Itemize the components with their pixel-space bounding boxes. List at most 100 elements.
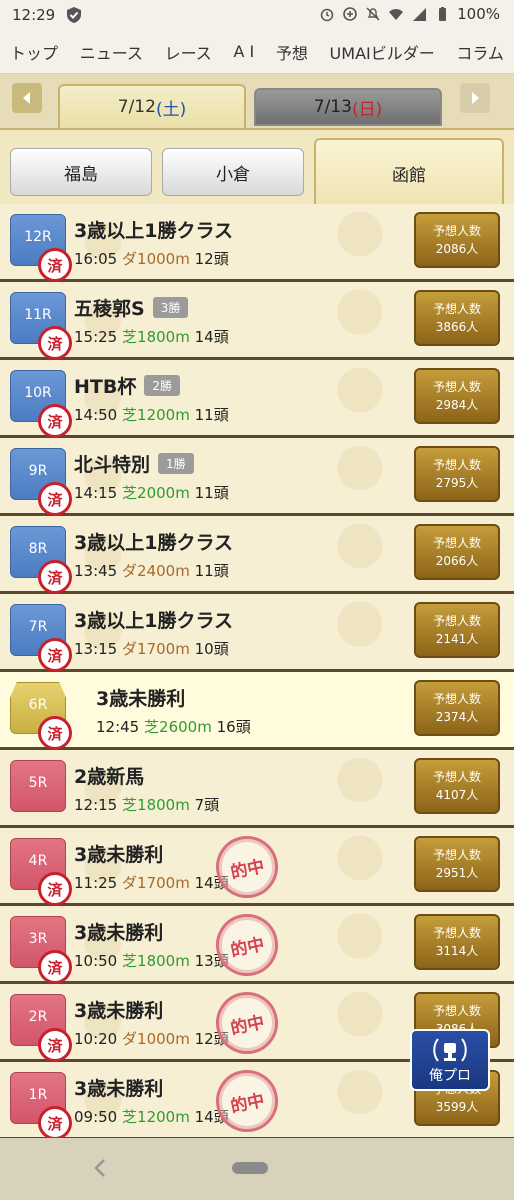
race-info: 13:45 ダ2400m 11頭 bbox=[74, 560, 229, 581]
yoso-count-button[interactable]: 予想人数 2951人 bbox=[414, 836, 500, 892]
yoso-count-button[interactable]: 予想人数 2066人 bbox=[414, 524, 500, 580]
race-distance: 2000m bbox=[137, 484, 190, 502]
yoso-label: 予想人数 bbox=[432, 770, 481, 784]
nav-item-umai-builder[interactable]: UMAIビルダー bbox=[330, 40, 435, 64]
race-list: 12R 済 3歳以上1勝クラス 16:05 ダ1000m 12頭 予想人数 2086人 11… bbox=[0, 204, 514, 1140]
race-row[interactable]: 11R 済五稜郭S 3勝 15:25 芝1800m 14頭 予想人数 3866人 bbox=[0, 282, 514, 360]
yoso-count-button[interactable]: 予想人数 2374人 bbox=[414, 680, 500, 736]
race-surface: ダ bbox=[122, 250, 138, 268]
race-title: 3歳以上1勝クラス bbox=[74, 610, 234, 632]
yoso-label: 予想人数 bbox=[432, 692, 481, 706]
yoso-count-button[interactable]: 予想人数 4107人 bbox=[414, 758, 500, 814]
race-name: 3歳以上1勝クラス bbox=[74, 216, 233, 243]
race-surface: 芝 bbox=[122, 328, 138, 346]
orepro-label: 俺プロ bbox=[429, 1068, 471, 1084]
race-info: 12:45 芝2600m 16頭 bbox=[96, 716, 251, 737]
nav-item-top[interactable]: トップ bbox=[10, 40, 58, 64]
race-row[interactable]: 8R 済 3歳以上1勝クラス 13:45 ダ2400m 11頭 予想人数 2066人 bbox=[0, 516, 514, 594]
race-distance: 1000m bbox=[137, 1030, 190, 1048]
race-number: 7R bbox=[28, 619, 48, 635]
battery-icon bbox=[439, 7, 447, 21]
back-icon[interactable] bbox=[90, 1156, 110, 1180]
yoso-count-button[interactable]: 予想人数 3114人 bbox=[414, 914, 500, 970]
race-title: 北斗特別 bbox=[74, 454, 151, 476]
race-name: 3歳未勝利 bbox=[96, 684, 185, 711]
tab-venue-hakodate[interactable]: 函館 bbox=[314, 138, 504, 206]
yoso-label: 予想人数 bbox=[432, 1004, 481, 1018]
tab-date-sat[interactable]: 7/12 (土) bbox=[58, 84, 246, 128]
yoso-count-button[interactable]: 予想人数 2086人 bbox=[414, 212, 500, 268]
race-row[interactable]: 5R 2歳新馬 12:15 芝1800m 7頭 予想人数 4107人 bbox=[0, 750, 514, 828]
race-name: 3歳未勝利 bbox=[74, 918, 163, 945]
race-distance: 1800m bbox=[137, 952, 190, 970]
home-pill[interactable] bbox=[232, 1162, 268, 1174]
nav-item-column[interactable]: コラム bbox=[456, 40, 504, 64]
race-info: 16:05 ダ1000m 12頭 bbox=[74, 248, 229, 269]
race-title: 3歳以上1勝クラス bbox=[74, 532, 234, 554]
status-time: 12:29 bbox=[12, 6, 56, 24]
race-distance: 2600m bbox=[159, 718, 212, 736]
yoso-count: 2086人 bbox=[435, 242, 479, 256]
race-row[interactable]: 7R 済 3歳以上1勝クラス 13:15 ダ1700m 10頭 予想人数 2141人 bbox=[0, 594, 514, 672]
race-title: 3歳未勝利 bbox=[74, 1078, 164, 1100]
yoso-count: 2984人 bbox=[435, 398, 479, 412]
race-info: 13:15 ダ1700m 10頭 bbox=[74, 638, 229, 659]
race-grade-badge: 2勝 bbox=[144, 375, 180, 396]
race-time: 14:50 bbox=[74, 406, 118, 424]
race-title: 3歳未勝利 bbox=[74, 1000, 164, 1022]
race-distance: 1700m bbox=[137, 874, 190, 892]
race-time: 09:50 bbox=[74, 1108, 118, 1126]
race-info: 11:25 ダ1700m 14頭 bbox=[74, 872, 229, 893]
race-time: 15:25 bbox=[74, 328, 118, 346]
tab-venue-fukushima[interactable]: 福島 bbox=[10, 148, 152, 196]
race-number: 4R bbox=[28, 853, 48, 869]
race-row[interactable]: 3R 済 3歳未勝利 10:50 芝1800m 13頭 的中 予想人数 3114人 bbox=[0, 906, 514, 984]
nav-item-yoso[interactable]: 予想 bbox=[276, 40, 308, 64]
tab-venue-kokura[interactable]: 小倉 bbox=[162, 148, 304, 196]
orepro-button[interactable]: 俺プロ bbox=[410, 1029, 490, 1091]
race-row[interactable]: 10R 済 HTB杯 2勝 14:50 芝1200m 11頭 予想人数 2984人 bbox=[0, 360, 514, 438]
race-time: 12:15 bbox=[74, 796, 118, 814]
yoso-count: 2951人 bbox=[435, 866, 479, 880]
race-info: 10:50 芝1800m 13頭 bbox=[74, 950, 229, 971]
race-title: HTB杯 bbox=[74, 376, 137, 398]
race-heads: 12頭 bbox=[194, 250, 229, 268]
nav-item-ai[interactable]: A I bbox=[233, 42, 254, 61]
yoso-count-button[interactable]: 予想人数 2141人 bbox=[414, 602, 500, 658]
yoso-count-button[interactable]: 予想人数 3866人 bbox=[414, 290, 500, 346]
wifi-icon bbox=[389, 9, 404, 20]
race-row[interactable]: 12R 済 3歳以上1勝クラス 16:05 ダ1000m 12頭 予想人数 2086人 bbox=[0, 204, 514, 282]
tab-date-sat-dow: (土) bbox=[155, 99, 187, 120]
yoso-count-button[interactable]: 予想人数 2984人 bbox=[414, 368, 500, 424]
yoso-label: 予想人数 bbox=[432, 614, 481, 628]
laurel-icon bbox=[433, 1038, 467, 1062]
race-row[interactable]: 9R 済北斗特別 1勝 14:15 芝2000m 11頭 予想人数 2795人 bbox=[0, 438, 514, 516]
race-time: 16:05 bbox=[74, 250, 118, 268]
race-name: 五稜郭S 3勝 bbox=[74, 294, 189, 321]
tab-date-sun[interactable]: 7/13 (日) bbox=[254, 88, 442, 126]
yoso-label: 予想人数 bbox=[432, 536, 481, 550]
finished-stamp: 済 bbox=[38, 248, 72, 282]
nav-item-news[interactable]: ニュース bbox=[80, 40, 143, 64]
yoso-label: 予想人数 bbox=[432, 380, 481, 394]
race-time: 13:45 bbox=[74, 562, 118, 580]
next-date-button[interactable] bbox=[460, 83, 490, 113]
tab-date-sat-day: 7/12 bbox=[117, 97, 156, 117]
prev-date-button[interactable] bbox=[12, 83, 42, 113]
nav-item-race[interactable]: レース bbox=[165, 40, 212, 64]
yoso-label: 予想人数 bbox=[432, 224, 481, 238]
race-heads: 7頭 bbox=[194, 796, 220, 814]
yoso-count: 3114人 bbox=[435, 944, 479, 958]
race-name: 3歳未勝利 bbox=[74, 1074, 163, 1101]
race-info: 14:15 芝2000m 11頭 bbox=[74, 482, 229, 503]
yoso-count-button[interactable]: 予想人数 2795人 bbox=[414, 446, 500, 502]
race-row[interactable]: 4R 済 3歳未勝利 11:25 ダ1700m 14頭 的中 予想人数 2951人 bbox=[0, 828, 514, 906]
race-distance: 1200m bbox=[137, 1108, 190, 1126]
tab-date-sun-day: 7/13 bbox=[313, 97, 352, 117]
race-name: 3歳未勝利 bbox=[74, 840, 163, 867]
race-title: 3歳以上1勝クラス bbox=[74, 220, 234, 242]
race-number: 6R bbox=[28, 697, 48, 713]
race-row[interactable]: 6R 済 3歳未勝利 12:45 芝2600m 16頭 予想人数 2374人 bbox=[0, 672, 514, 750]
race-info: 14:50 芝1200m 11頭 bbox=[74, 404, 229, 425]
race-surface: 芝 bbox=[122, 406, 138, 424]
